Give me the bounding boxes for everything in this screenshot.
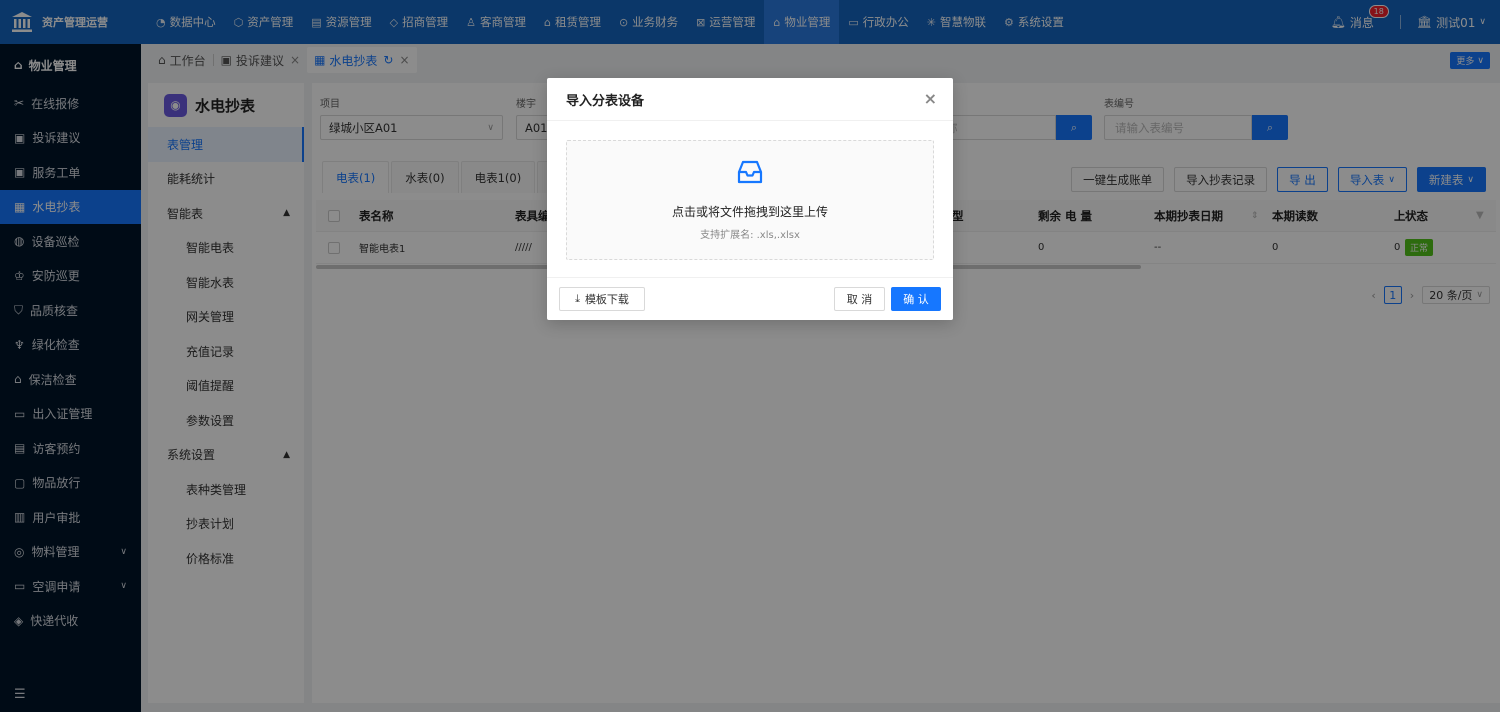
upload-dropzone[interactable]: 点击或将文件拖拽到这里上传 支持扩展名: .xls,.xlsx <box>566 140 934 260</box>
dialog-title: 导入分表设备 <box>566 93 645 109</box>
dialog-footer: ⤓ 模板下载 取 消 确 认 <box>547 277 953 320</box>
close-icon[interactable]: × <box>924 91 937 107</box>
dialog-header: 导入分表设备 × <box>547 78 953 121</box>
download-icon: ⤓ <box>575 292 580 305</box>
template-download-button[interactable]: ⤓ 模板下载 <box>559 287 645 311</box>
upload-hint: 支持扩展名: .xls,.xlsx <box>700 230 800 241</box>
import-dialog: 导入分表设备 × 点击或将文件拖拽到这里上传 支持扩展名: .xls,.xlsx… <box>547 78 953 320</box>
upload-text: 点击或将文件拖拽到这里上传 <box>671 205 828 219</box>
template-download-label: 模板下载 <box>584 293 629 306</box>
inbox-icon <box>737 160 763 184</box>
cancel-button[interactable]: 取 消 <box>834 287 885 311</box>
confirm-button[interactable]: 确 认 <box>891 287 941 311</box>
